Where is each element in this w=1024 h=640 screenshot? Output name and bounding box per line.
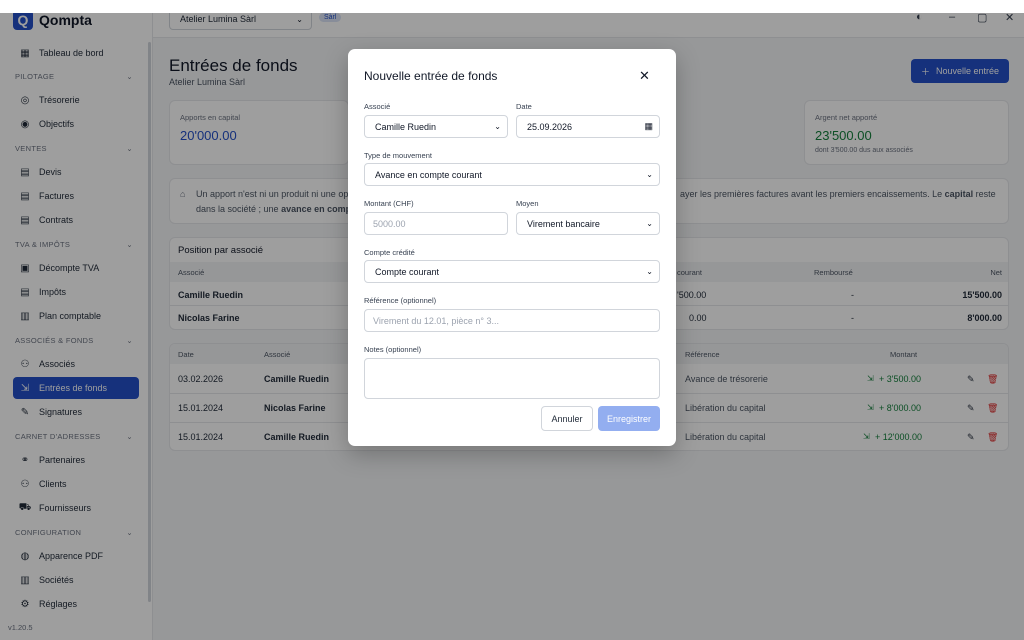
chevron-down-icon: ⌄ bbox=[646, 219, 653, 228]
calendar-icon[interactable]: ▦ bbox=[644, 121, 653, 132]
reference-label: Référence (optionnel) bbox=[364, 296, 437, 305]
reference-input[interactable]: Virement du 12.01, pièce n° 3... bbox=[364, 309, 660, 332]
window-title-strip bbox=[0, 0, 1024, 13]
associe-label: Associé bbox=[364, 102, 391, 111]
new-fund-entry-dialog: Nouvelle entrée de fonds ✕ Associé Camil… bbox=[348, 49, 676, 446]
type-label: Type de mouvement bbox=[364, 151, 432, 160]
chevron-down-icon: ⌄ bbox=[646, 170, 653, 179]
montant-input[interactable]: 5000.00 bbox=[364, 212, 508, 235]
compte-select[interactable]: Compte courant ⌄ bbox=[364, 260, 660, 283]
associe-select-value: Camille Ruedin bbox=[375, 121, 437, 132]
notes-label: Notes (optionnel) bbox=[364, 345, 422, 354]
moyen-select[interactable]: Virement bancaire ⌄ bbox=[516, 212, 660, 235]
montant-placeholder: 5000.00 bbox=[373, 218, 406, 229]
date-input-value: 25.09.2026 bbox=[527, 121, 573, 132]
reference-placeholder: Virement du 12.01, pièce n° 3... bbox=[373, 315, 500, 326]
montant-label: Montant (CHF) bbox=[364, 199, 414, 208]
chevron-down-icon: ⌄ bbox=[646, 267, 653, 276]
date-input[interactable]: 25.09.2026 ▦ bbox=[516, 115, 660, 138]
dialog-title: Nouvelle entrée de fonds bbox=[364, 69, 498, 83]
cancel-button[interactable]: Annuler bbox=[541, 406, 593, 431]
date-label: Date bbox=[516, 102, 532, 111]
moyen-label: Moyen bbox=[516, 199, 539, 208]
type-select-value: Avance en compte courant bbox=[375, 169, 482, 180]
notes-textarea[interactable] bbox=[364, 358, 660, 399]
associe-select[interactable]: Camille Ruedin ⌄ bbox=[364, 115, 508, 138]
compte-select-value: Compte courant bbox=[375, 266, 440, 277]
moyen-select-value: Virement bancaire bbox=[527, 218, 600, 229]
save-button[interactable]: Enregistrer bbox=[598, 406, 660, 431]
close-icon[interactable]: ✕ bbox=[639, 68, 650, 84]
compte-label: Compte crédité bbox=[364, 248, 415, 257]
chevron-down-icon: ⌄ bbox=[494, 122, 501, 131]
type-select[interactable]: Avance en compte courant ⌄ bbox=[364, 163, 660, 186]
